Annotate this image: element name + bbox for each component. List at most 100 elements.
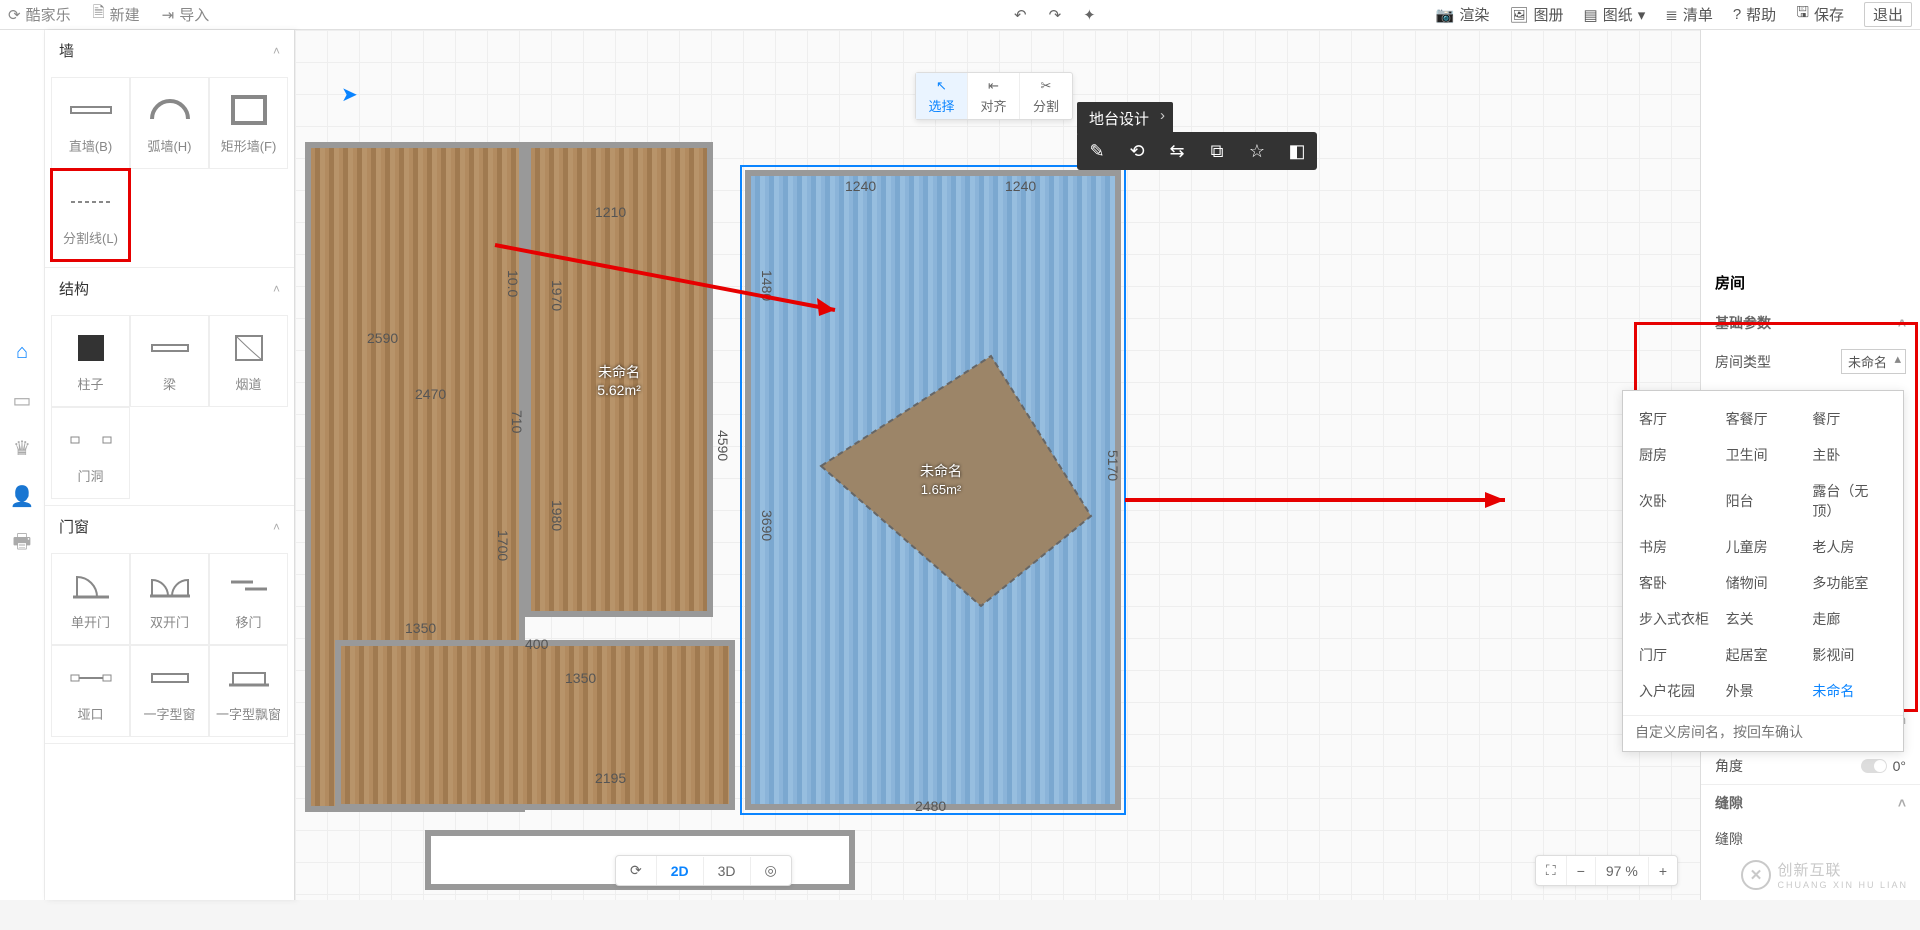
room-type-option[interactable]: 次卧 (1635, 473, 1718, 529)
help-button[interactable]: ?帮助 (1733, 4, 1776, 25)
section-struct-header[interactable]: 结构˄ (45, 268, 294, 309)
room-type-row: 房间类型 未命名 (1701, 341, 1920, 382)
room-type-option[interactable]: 起居室 (1722, 637, 1805, 673)
angle-toggle[interactable] (1861, 759, 1887, 773)
edit-button[interactable]: ✎ (1077, 132, 1117, 170)
room-type-option[interactable]: 储物间 (1722, 565, 1805, 601)
room-type-option[interactable]: 入户花园 (1635, 673, 1718, 709)
dim-label: 10.0 (505, 270, 521, 297)
section-doorwin: 门窗˄ 单开门 双开门 移门 垭口 一字型窗 一字型飘窗 (45, 506, 294, 744)
room-type-option[interactable]: 儿童房 (1722, 529, 1805, 565)
tool-rect-wall[interactable]: 矩形墙(F) (209, 77, 288, 169)
room-type-option[interactable]: 露台（无顶） (1808, 473, 1891, 529)
platform-triangle[interactable]: 未命名 1.65m² (811, 346, 1101, 616)
room-type-option[interactable]: 书房 (1635, 529, 1718, 565)
dim-label: 2470 (415, 386, 446, 402)
dim-label: 1980 (549, 500, 565, 531)
file-new-icon: 🗎 (93, 2, 105, 27)
zoom-in-button[interactable]: + (1649, 857, 1677, 885)
angle-value: 0° (1893, 758, 1906, 774)
exit-button[interactable]: 退出 (1864, 2, 1912, 27)
magic-button[interactable]: ✦ (1083, 6, 1096, 24)
rail-material-icon[interactable]: ▭ (10, 388, 34, 412)
tool-arc-wall[interactable]: 弧墙(H) (130, 77, 209, 169)
room-type-option[interactable]: 门厅 (1635, 637, 1718, 673)
tool-column[interactable]: 柱子 (51, 315, 130, 407)
rail-home-icon[interactable]: ⌂ (10, 340, 34, 364)
favorite-button[interactable]: ☆ (1237, 132, 1277, 170)
tool-single-door[interactable]: 单开门 (51, 553, 130, 645)
camera-icon: 📷 (1436, 6, 1455, 24)
tool-sliding-door[interactable]: 移门 (209, 553, 288, 645)
section-wall-header[interactable]: 墙˄ (45, 30, 294, 71)
room-type-option[interactable]: 厨房 (1635, 437, 1718, 473)
new-button[interactable]: 🗎新建 (93, 2, 140, 27)
tool-flue[interactable]: 烟道 (209, 315, 288, 407)
room-type-option[interactable]: 外景 (1722, 673, 1805, 709)
room-type-option[interactable]: 未命名 (1808, 673, 1891, 709)
gap-row: 缝隙 (1701, 821, 1920, 857)
copy-icon: ⧉ (1211, 141, 1224, 162)
tool-select[interactable]: ↖选择 (916, 73, 968, 119)
dim-label: 2195 (595, 770, 626, 786)
help-icon: ? (1733, 6, 1741, 23)
drawing-button[interactable]: 🖼图册 (1509, 4, 1563, 25)
room-type-option[interactable]: 主卧 (1808, 437, 1891, 473)
list-button[interactable]: ≣清单 (1665, 4, 1713, 25)
room-type-dropdown: 客厅客餐厅餐厅厨房卫生间主卧次卧阳台露台（无顶） 书房儿童房老人房客卧储物间多功能… (1622, 390, 1904, 752)
room-type-option[interactable]: 多功能室 (1808, 565, 1891, 601)
room-type-option[interactable]: 客卧 (1635, 565, 1718, 601)
section-doorwin-header[interactable]: 门窗˄ (45, 506, 294, 547)
tool-straight-wall[interactable]: 直墙(B) (51, 77, 130, 169)
tool-double-door[interactable]: 双开门 (130, 553, 209, 645)
redo-button[interactable]: ↷ (1049, 6, 1062, 24)
tool-divider-line[interactable]: 分割线(L) (51, 169, 130, 261)
rotate-icon: ⟲ (1129, 141, 1144, 162)
rail-user-icon[interactable]: 👤 (10, 484, 34, 508)
erase-button[interactable]: ◧ (1277, 132, 1317, 170)
panel-gap-title[interactable]: 缝隙˄ (1701, 784, 1920, 821)
chevron-up-icon: ˄ (273, 44, 280, 58)
room-type-option[interactable]: 影视间 (1808, 637, 1891, 673)
room-type-option[interactable]: 客厅 (1635, 401, 1718, 437)
room-type-option[interactable]: 老人房 (1808, 529, 1891, 565)
tool-window[interactable]: 一字型窗 (130, 645, 209, 737)
panel-basic-params[interactable]: 基础参数˄ (1701, 305, 1920, 341)
tool-split[interactable]: ✂分割 (1020, 73, 1072, 119)
context-toolbar: ✎ ⟲ ⇆ ⧉ ☆ ◧ (1077, 132, 1317, 170)
floor-plan[interactable]: 未命名 5.62m² 未命名 11.17m² 未命名 1.65m² 2590 1… (305, 130, 1135, 850)
room-type-option[interactable]: 玄关 (1722, 601, 1805, 637)
room-type-custom-input[interactable] (1635, 724, 1891, 740)
platform-design-tag[interactable]: 地台设计 (1077, 102, 1173, 135)
render-button[interactable]: 📷渲染 (1436, 4, 1490, 25)
star-icon: ☆ (1249, 141, 1265, 162)
view-3d-button[interactable]: 3D (704, 857, 751, 885)
swap-button[interactable]: ⇆ (1157, 132, 1197, 170)
fullscreen-button[interactable]: ⛶ (1536, 856, 1567, 885)
tool-align[interactable]: ⇤对齐 (968, 73, 1020, 119)
tool-door-opening[interactable]: 门洞 (51, 407, 130, 499)
room-type-option[interactable]: 餐厅 (1808, 401, 1891, 437)
save-button[interactable]: 🖫保存 (1796, 2, 1844, 27)
room-type-option[interactable]: 卫生间 (1722, 437, 1805, 473)
view-2d-button[interactable]: 2D (657, 857, 704, 885)
room-type-option[interactable]: 阳台 (1722, 473, 1805, 529)
undo-button[interactable]: ↶ (1014, 6, 1027, 24)
view-rotate-button[interactable]: ⟳ (616, 856, 657, 885)
rail-print-icon[interactable]: 🖶 (10, 532, 34, 556)
view-eye-button[interactable]: ◎ (751, 856, 791, 885)
room-type-option[interactable]: 客餐厅 (1722, 401, 1805, 437)
tool-beam[interactable]: 梁 (130, 315, 209, 407)
rail-furniture-icon[interactable]: ♛ (10, 436, 34, 460)
sheet-button[interactable]: ▤图纸 ▾ (1584, 4, 1646, 25)
copy-button[interactable]: ⧉ (1197, 132, 1237, 170)
room-type-option[interactable]: 走廊 (1808, 601, 1891, 637)
room-type-select[interactable]: 未命名 (1841, 349, 1906, 374)
chevron-up-icon: ˄ (273, 520, 280, 534)
rotate-button[interactable]: ⟲ (1117, 132, 1157, 170)
zoom-out-button[interactable]: − (1567, 857, 1596, 885)
room-type-option[interactable]: 步入式衣柜 (1635, 601, 1718, 637)
tool-yako[interactable]: 垭口 (51, 645, 130, 737)
import-button[interactable]: ⇥导入 (162, 4, 210, 25)
tool-bay-window[interactable]: 一字型飘窗 (209, 645, 288, 737)
